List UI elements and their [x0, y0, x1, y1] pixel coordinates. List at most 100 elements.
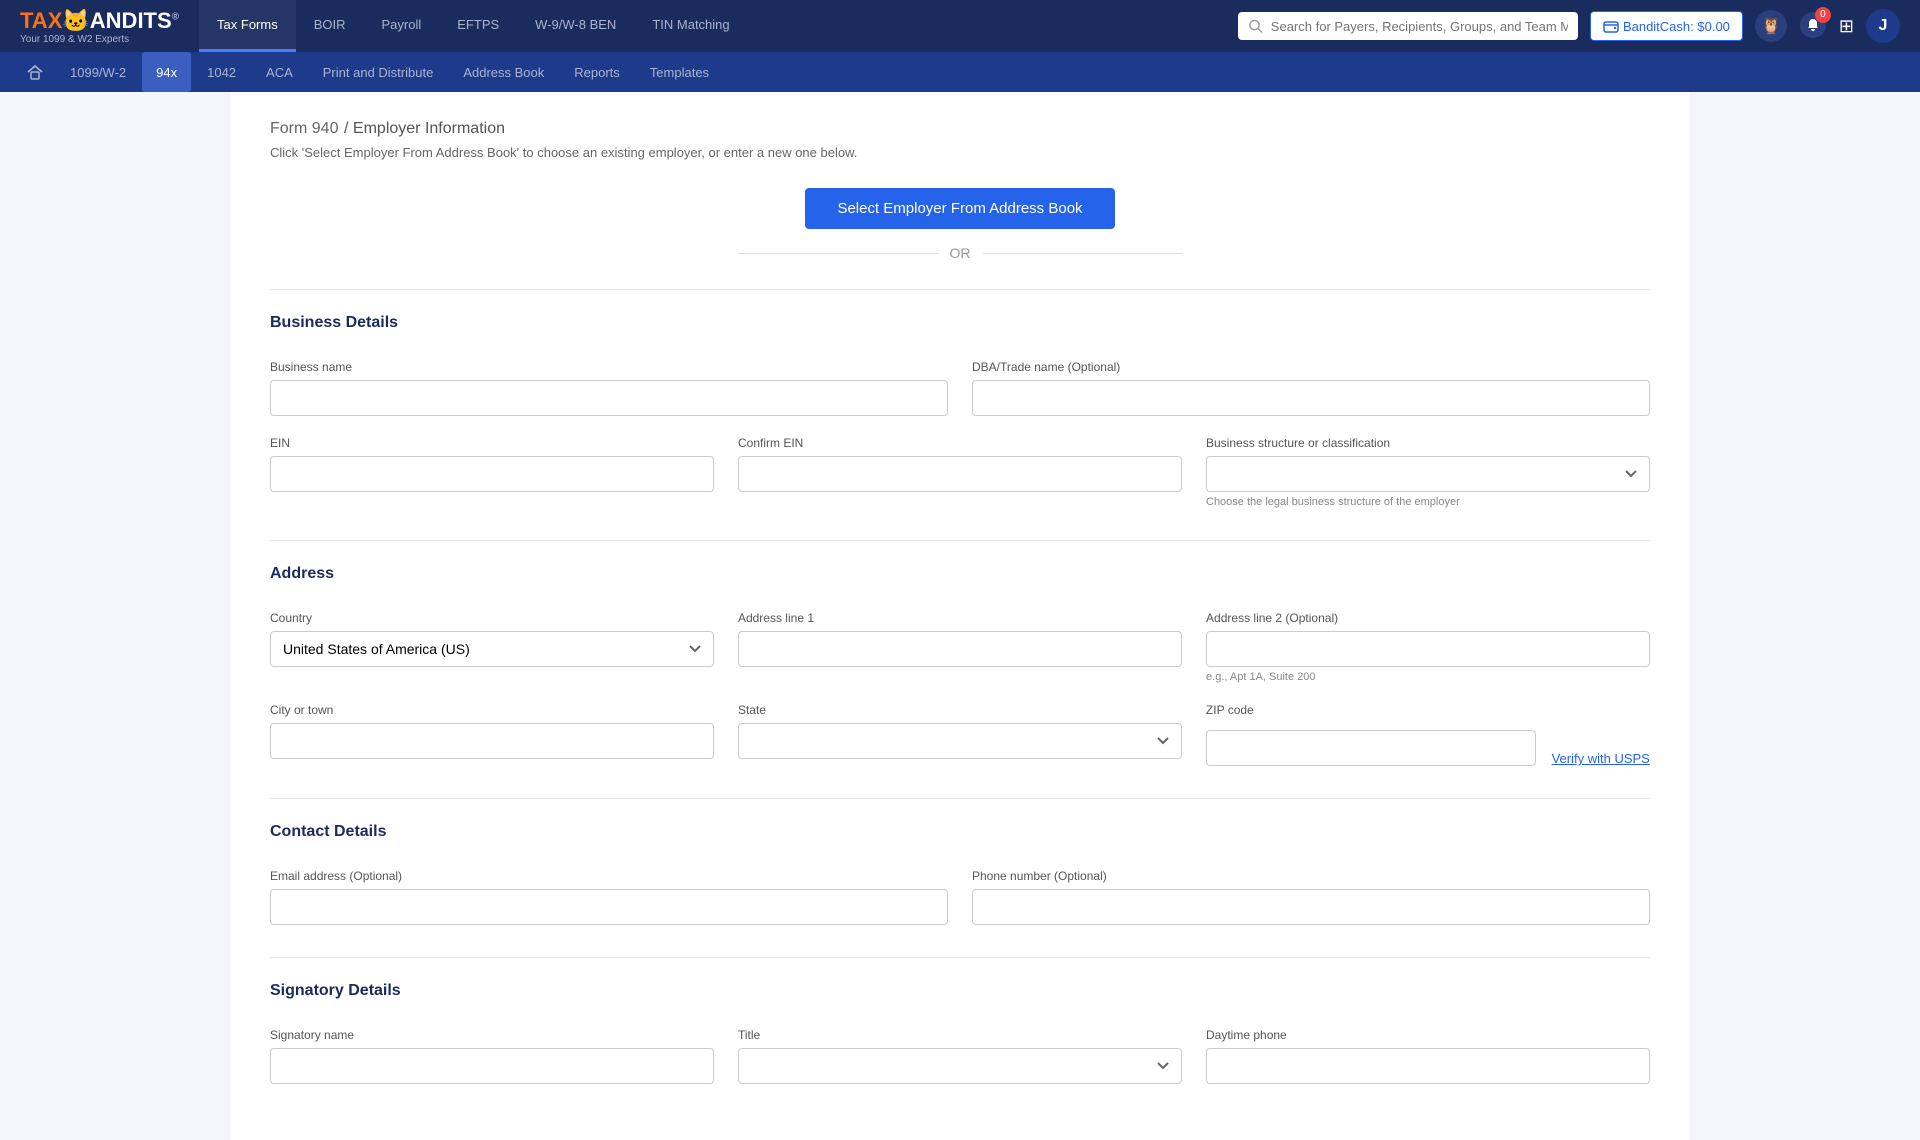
address1-label: Address line 1	[738, 611, 1182, 625]
ein-group: EIN	[270, 436, 714, 492]
zip-input[interactable]	[1206, 730, 1536, 766]
country-row: Country United States of America (US) Ca…	[270, 611, 1650, 683]
form-title: Form 940	[270, 120, 338, 137]
country-group: Country United States of America (US) Ca…	[270, 611, 714, 667]
business-structure-select[interactable]: Sole Proprietor Partnership Corporation …	[1206, 456, 1650, 492]
city-group: City or town	[270, 703, 714, 759]
confirm-ein-group: Confirm EIN	[738, 436, 1182, 492]
grid-icon[interactable]: ⊞	[1839, 16, 1854, 37]
email-input[interactable]	[270, 889, 948, 925]
bandit-cash-label: BanditCash: $0.00	[1623, 19, 1730, 34]
signatory-name-label: Signatory name	[270, 1028, 714, 1042]
phone-label: Phone number (Optional)	[972, 869, 1650, 883]
city-input[interactable]	[270, 723, 714, 759]
or-divider: OR	[270, 245, 1650, 261]
tab-payroll[interactable]: Payroll	[364, 0, 440, 52]
signatory-divider	[270, 957, 1650, 958]
notification-badge: 0	[1815, 7, 1831, 23]
contact-section-title: Contact Details	[270, 823, 1650, 849]
bandit-cash-button[interactable]: BanditCash: $0.00	[1590, 11, 1743, 41]
nav-1099-w2[interactable]: 1099/W-2	[56, 52, 140, 92]
contact-row: Email address (Optional) Phone number (O…	[270, 869, 1650, 925]
nav-1042[interactable]: 1042	[193, 52, 250, 92]
or-text: OR	[950, 245, 971, 261]
address2-group: Address line 2 (Optional) e.g., Apt 1A, …	[1206, 611, 1650, 683]
signatory-title-select[interactable]: President Vice President CEO CFO Partner…	[738, 1048, 1182, 1084]
logo-text: TAX🐱ANDITS®	[20, 8, 179, 34]
tab-w9-w8ben[interactable]: W-9/W-8 BEN	[517, 0, 634, 52]
country-select[interactable]: United States of America (US) Canada Mex…	[270, 631, 714, 667]
nav-aca[interactable]: ACA	[252, 52, 307, 92]
dba-name-input[interactable]	[972, 380, 1650, 416]
tab-boir[interactable]: BOIR	[296, 0, 364, 52]
signatory-title-label: Title	[738, 1028, 1182, 1042]
top-tabs: Tax Forms BOIR Payroll EFTPS W-9/W-8 BEN…	[199, 0, 748, 52]
phone-group: Phone number (Optional)	[972, 869, 1650, 925]
ein-label: EIN	[270, 436, 714, 450]
country-label: Country	[270, 611, 714, 625]
address-section: Address Country United States of America…	[270, 540, 1650, 766]
address2-input[interactable]	[1206, 631, 1650, 667]
notification-button[interactable]: 0	[1799, 11, 1827, 42]
signatory-name-input[interactable]	[270, 1048, 714, 1084]
main-content: Form 940 / Employer Information Click 'S…	[230, 92, 1690, 1140]
logo[interactable]: TAX🐱ANDITS® Your 1099 & W2 Experts	[20, 8, 179, 45]
business-structure-group: Business structure or classification Sol…	[1206, 436, 1650, 508]
tab-eftps[interactable]: EFTPS	[439, 0, 517, 52]
address2-label: Address line 2 (Optional)	[1206, 611, 1650, 625]
business-name-input[interactable]	[270, 380, 948, 416]
logo-tagline: Your 1099 & W2 Experts	[20, 34, 179, 45]
verify-usps-link[interactable]: Verify with USPS	[1552, 751, 1650, 766]
business-details-title: Business Details	[270, 314, 1650, 340]
phone-input[interactable]	[972, 889, 1650, 925]
city-state-zip-row: City or town State ALAKAZAR CACOCTDE FLG…	[270, 703, 1650, 766]
address1-input[interactable]	[738, 631, 1182, 667]
email-label: Email address (Optional)	[270, 869, 948, 883]
city-label: City or town	[270, 703, 714, 717]
tab-tin-matching[interactable]: TIN Matching	[634, 0, 747, 52]
secondary-navigation: 1099/W-2 94x 1042 ACA Print and Distribu…	[0, 52, 1920, 92]
ein-input[interactable]	[270, 456, 714, 492]
section-divider	[270, 289, 1650, 290]
confirm-ein-input[interactable]	[738, 456, 1182, 492]
business-structure-label: Business structure or classification	[1206, 436, 1650, 450]
select-employer-button[interactable]: Select Employer From Address Book	[805, 188, 1114, 229]
top-navigation: TAX🐱ANDITS® Your 1099 & W2 Experts Tax F…	[0, 0, 1920, 52]
search-icon	[1248, 18, 1263, 34]
state-select[interactable]: ALAKAZAR CACOCTDE FLGAHIID ILINIAKS KYLA…	[738, 723, 1182, 759]
contact-details-section: Contact Details Email address (Optional)…	[270, 798, 1650, 925]
nav-templates[interactable]: Templates	[636, 52, 723, 92]
business-name-group: Business name	[270, 360, 948, 416]
signatory-section-title: Signatory Details	[270, 982, 1650, 1008]
signatory-name-group: Signatory name	[270, 1028, 714, 1084]
wallet-icon	[1603, 18, 1619, 34]
nav-94x[interactable]: 94x	[142, 52, 191, 92]
address1-group: Address line 1	[738, 611, 1182, 667]
business-details-section: Business Details Business name DBA/Trade…	[270, 289, 1650, 508]
dba-name-label: DBA/Trade name (Optional)	[972, 360, 1650, 374]
search-box[interactable]	[1238, 12, 1578, 40]
business-name-label: Business name	[270, 360, 948, 374]
address-divider	[270, 540, 1650, 541]
owl-icon[interactable]: 🦉	[1755, 10, 1787, 42]
signatory-row: Signatory name Title President Vice Pres…	[270, 1028, 1650, 1084]
contact-divider	[270, 798, 1650, 799]
address2-hint: e.g., Apt 1A, Suite 200	[1206, 671, 1650, 683]
page-title: Form 940 / Employer Information	[270, 116, 1650, 139]
daytime-phone-label: Daytime phone	[1206, 1028, 1650, 1042]
zip-label: ZIP code	[1206, 703, 1650, 717]
search-input[interactable]	[1271, 19, 1568, 34]
form-subtitle: / Employer Information	[344, 120, 505, 137]
home-button[interactable]	[16, 52, 54, 92]
avatar[interactable]: J	[1866, 9, 1900, 43]
nav-address-book[interactable]: Address Book	[449, 52, 558, 92]
signatory-title-group: Title President Vice President CEO CFO P…	[738, 1028, 1182, 1084]
business-name-row: Business name DBA/Trade name (Optional)	[270, 360, 1650, 416]
nav-print-distribute[interactable]: Print and Distribute	[309, 52, 448, 92]
nav-reports[interactable]: Reports	[560, 52, 634, 92]
daytime-phone-group: Daytime phone	[1206, 1028, 1650, 1084]
signatory-details-section: Signatory Details Signatory name Title P…	[270, 957, 1650, 1084]
daytime-phone-input[interactable]	[1206, 1048, 1650, 1084]
tab-tax-forms[interactable]: Tax Forms	[199, 0, 296, 52]
state-label: State	[738, 703, 1182, 717]
